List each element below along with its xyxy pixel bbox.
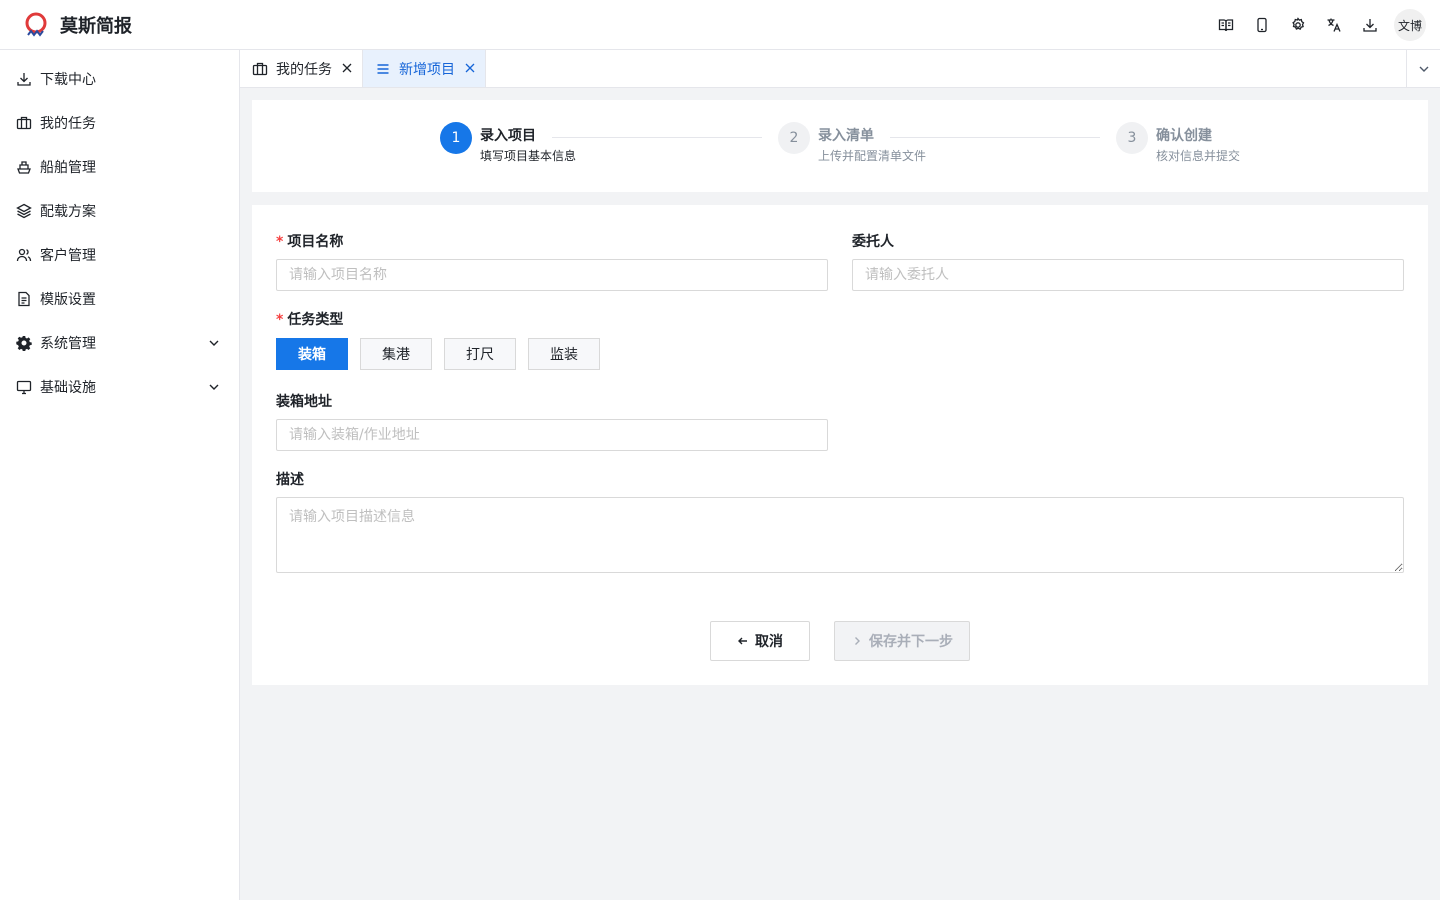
chevron-down-icon (207, 380, 221, 394)
sidebar-item-label: 下载中心 (40, 72, 96, 88)
step-2: 2 录入清单 上传并配置清单文件 (778, 122, 926, 165)
tab-my-tasks[interactable]: 我的任务 (240, 50, 363, 87)
sidebar-item-customer-management[interactable]: 客户管理 (0, 233, 239, 277)
step-title: 录入项目 (480, 128, 536, 144)
gear-icon (16, 335, 32, 351)
step-desc: 上传并配置清单文件 (818, 149, 927, 163)
step-1: 1 录入项目 填写项目基本信息 (440, 122, 576, 165)
user-avatar[interactable]: 文博 (1394, 9, 1426, 41)
task-type-label: * 任务类型 (276, 312, 344, 328)
close-icon[interactable] (342, 63, 354, 75)
client-label: 委托人 (852, 234, 894, 250)
step-3: 3 确认创建 核对信息并提交 (1116, 122, 1240, 165)
tab-bar: 我的任务 新增项目 (240, 50, 1440, 88)
save-next-button[interactable]: 保存并下一步 (834, 621, 970, 661)
sidebar-item-template-settings[interactable]: 模版设置 (0, 277, 239, 321)
task-type-option-port-collection[interactable]: 集港 (360, 338, 432, 370)
monitor-icon (16, 379, 32, 395)
sidebar-item-label: 我的任务 (40, 116, 96, 132)
sidebar-item-label: 模版设置 (40, 292, 96, 308)
step-title: 确认创建 (1156, 128, 1212, 144)
sidebar-item-download-center[interactable]: 下载中心 (0, 57, 239, 101)
sidebar-item-label: 系统管理 (40, 336, 96, 352)
translate-icon[interactable] (1316, 7, 1352, 43)
sidebar-item-my-tasks[interactable]: 我的任务 (0, 101, 239, 145)
briefcase-icon (252, 61, 268, 77)
step-desc: 核对信息并提交 (1156, 149, 1241, 163)
task-type-option-measuring[interactable]: 打尺 (444, 338, 516, 370)
description-textarea[interactable] (276, 497, 1404, 573)
sidebar-item-system-management[interactable]: 系统管理 (0, 321, 239, 365)
sidebar-item-label: 船舶管理 (40, 160, 96, 176)
sidebar: 下载中心 我的任务 船舶管理 配载方案 客户管理 模版设置 系统管理 基础设施 (0, 50, 240, 900)
step-number: 2 (778, 122, 810, 154)
document-icon (16, 291, 32, 307)
client-input[interactable] (852, 259, 1404, 291)
tab-label: 新增项目 (399, 61, 455, 78)
download-icon[interactable] (1352, 7, 1388, 43)
address-input[interactable] (276, 419, 828, 451)
step-title: 录入清单 (818, 128, 874, 144)
download-icon (16, 71, 32, 87)
step-connector (890, 137, 1100, 138)
project-form: *项目名称 委托人 *任务类型 装箱 集港 打尺 监装 装箱地址 描述 取消 保… (252, 205, 1428, 685)
briefcase-icon (16, 115, 32, 131)
mobile-icon[interactable] (1244, 7, 1280, 43)
sidebar-item-label: 基础设施 (40, 380, 96, 396)
tab-new-project[interactable]: 新增项目 (363, 50, 486, 87)
tab-more-button[interactable] (1406, 50, 1440, 87)
address-label: 装箱地址 (276, 394, 332, 410)
users-icon (16, 247, 32, 263)
top-header: 莫斯简报 文博 (0, 0, 1440, 50)
chevron-right-icon (855, 637, 860, 645)
sidebar-item-ship-management[interactable]: 船舶管理 (0, 145, 239, 189)
project-name-label: * 项目名称 (276, 234, 344, 250)
steps-card: 1 录入项目 填写项目基本信息 2 录入清单 上传并配置清单文件 3 确认创建 … (252, 100, 1428, 192)
menu-icon (375, 61, 391, 77)
step-number: 3 (1116, 122, 1148, 154)
sidebar-item-label: 客户管理 (40, 248, 96, 264)
sidebar-item-infrastructure[interactable]: 基础设施 (0, 365, 239, 409)
task-type-group: 装箱 集港 打尺 监装 (276, 338, 612, 370)
logo-icon (25, 12, 47, 37)
chevron-down-icon (1419, 66, 1428, 72)
task-type-option-supervision[interactable]: 监装 (528, 338, 600, 370)
app-logo[interactable]: 莫斯简报 (0, 11, 132, 39)
app-title: 莫斯简报 (60, 15, 132, 37)
cancel-button[interactable]: 取消 (710, 621, 810, 661)
tab-label: 我的任务 (276, 61, 332, 78)
close-icon[interactable] (465, 63, 477, 75)
chevron-down-icon (207, 336, 221, 350)
layers-icon (16, 203, 32, 219)
project-name-input[interactable] (276, 259, 828, 291)
book-icon[interactable] (1208, 7, 1244, 43)
description-label: 描述 (276, 472, 304, 488)
step-number: 1 (440, 122, 472, 154)
ship-icon (16, 159, 32, 175)
arrow-left-icon (738, 637, 747, 645)
sidebar-item-label: 配载方案 (40, 204, 96, 220)
task-type-option-packing[interactable]: 装箱 (276, 338, 348, 370)
settings-icon[interactable] (1280, 7, 1316, 43)
sidebar-item-stowage-plan[interactable]: 配载方案 (0, 189, 239, 233)
step-connector (552, 137, 762, 138)
step-desc: 填写项目基本信息 (480, 149, 577, 163)
